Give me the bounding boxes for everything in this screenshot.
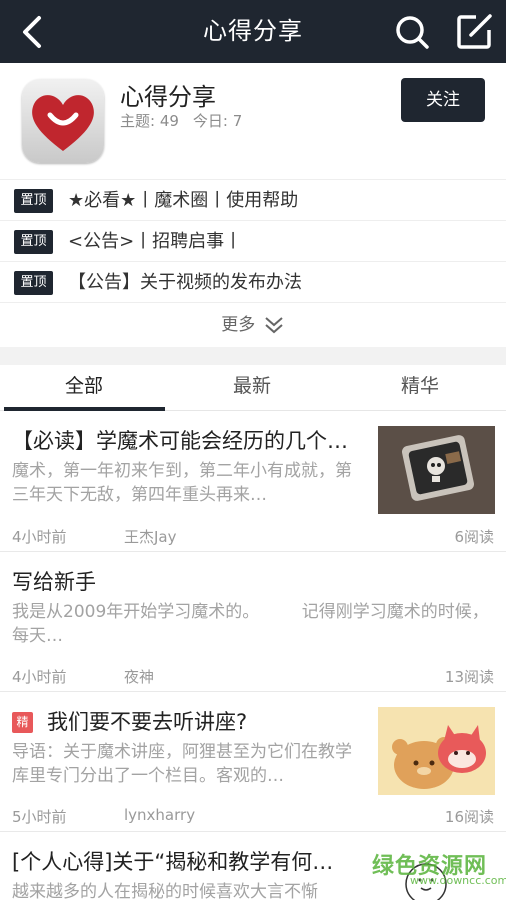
post-time: 4小时前 bbox=[12, 528, 67, 546]
post-excerpt: 导语：关于魔术讲座，阿狸甚至为它们在教学库里专门分出了一个栏目。客观的… bbox=[12, 742, 352, 786]
pinned-item[interactable]: 置顶 ★必看★丨魔术圈丨使用帮助 bbox=[0, 180, 506, 221]
pinned-badge: 置顶 bbox=[14, 189, 53, 213]
post-title: [个人心得]关于“揭秘和教学有何… bbox=[12, 850, 334, 874]
post-title: 写给新手 bbox=[12, 570, 96, 594]
post-excerpt: 我是从2009年开始学习魔术的。 记得刚学习魔术的时候，每天… bbox=[12, 602, 489, 646]
post-thumbnail bbox=[378, 426, 495, 514]
tab-bar: 全部 最新 精华 bbox=[0, 365, 506, 411]
more-label: 更多 bbox=[221, 315, 256, 335]
pinned-title: ★必看★丨魔术圈丨使用帮助 bbox=[68, 190, 299, 211]
tab-all[interactable]: 全部 bbox=[4, 365, 164, 411]
pinned-item[interactable]: 置顶 <公告>丨招聘启事丨 bbox=[0, 221, 506, 262]
pinned-title: 【公告】关于视频的发布办法 bbox=[68, 272, 302, 293]
forum-name: 心得分享 bbox=[120, 83, 216, 111]
post-title: 精我们要不要去听讲座? bbox=[12, 706, 372, 736]
pinned-list: 置顶 ★必看★丨魔术圈丨使用帮助 置顶 <公告>丨招聘启事丨 置顶 【公告】关于… bbox=[0, 180, 506, 303]
post-reads: 13阅读 bbox=[444, 668, 494, 686]
post-thumbnail bbox=[378, 707, 495, 795]
post-item[interactable]: 写给新手 我是从2009年开始学习魔术的。 记得刚学习魔术的时候，每天… 4小时… bbox=[0, 552, 506, 692]
post-item[interactable]: 【必读】学魔术可能会经历的几个… 魔术，第一年初来乍到，第二年小有成就，第三年天… bbox=[0, 411, 506, 552]
post-time: 5小时前 bbox=[12, 808, 67, 826]
double-chevron-down-icon bbox=[265, 317, 283, 334]
forum-header: 心得分享 主题: 49 今日: 7 关注 bbox=[0, 63, 506, 180]
section-divider bbox=[0, 347, 506, 365]
post-item[interactable]: 精我们要不要去听讲座? 导语：关于魔术讲座，阿狸甚至为它们在教学库里专门分出了一… bbox=[0, 692, 506, 832]
watermark-url: www.downcc.com bbox=[410, 874, 506, 887]
today-count: 今日: 7 bbox=[192, 112, 243, 130]
forum-logo bbox=[22, 79, 104, 163]
post-excerpt: 魔术，第一年初来乍到，第二年小有成就，第三年天下无敌，第四年重头再来… bbox=[12, 461, 352, 505]
pinned-badge: 置顶 bbox=[14, 230, 53, 254]
compose-icon[interactable] bbox=[452, 10, 496, 54]
forum-stats: 主题: 49 今日: 7 bbox=[120, 110, 256, 131]
post-title: 【必读】学魔术可能会经历的几个… bbox=[12, 429, 348, 453]
tab-latest[interactable]: 最新 bbox=[172, 365, 332, 411]
post-reads: 6阅读 bbox=[454, 528, 494, 546]
post-author: 夜神 bbox=[124, 668, 155, 686]
pinned-badge: 置顶 bbox=[14, 271, 53, 295]
pinned-item[interactable]: 置顶 【公告】关于视频的发布办法 bbox=[0, 262, 506, 303]
post-author: lynxharry bbox=[124, 806, 196, 824]
tab-essence[interactable]: 精华 bbox=[340, 365, 500, 411]
post-time: 4小时前 bbox=[12, 668, 67, 686]
follow-button[interactable]: 关注 bbox=[401, 78, 485, 122]
topics-count: 主题: 49 bbox=[120, 112, 179, 130]
top-bar: 心得分享 bbox=[0, 0, 506, 63]
search-icon[interactable] bbox=[392, 12, 432, 52]
pinned-title: <公告>丨招聘启事丨 bbox=[68, 231, 243, 252]
more-button[interactable]: 更多 bbox=[0, 304, 506, 347]
post-title-text: 我们要不要去听讲座? bbox=[47, 710, 248, 734]
essence-badge: 精 bbox=[12, 712, 33, 733]
post-reads: 16阅读 bbox=[444, 808, 494, 826]
post-author: 王杰Jay bbox=[124, 528, 177, 546]
